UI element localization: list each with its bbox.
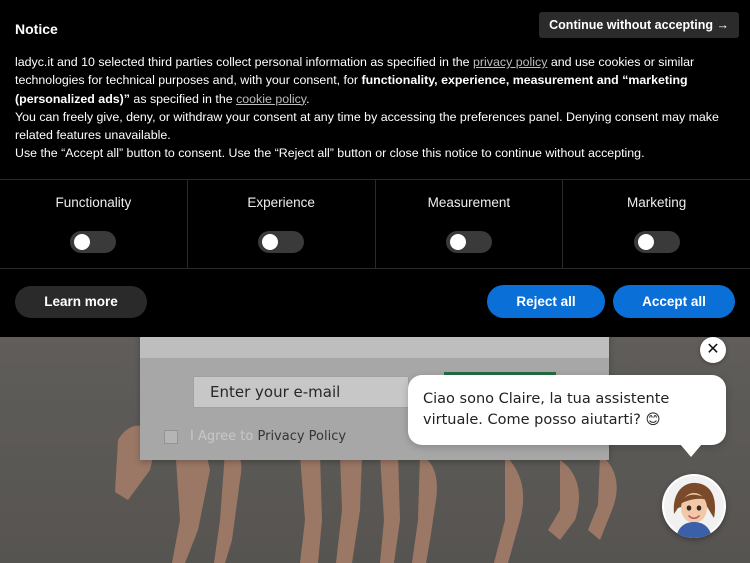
- cookie-banner: Notice Continue without accepting → lady…: [0, 0, 750, 337]
- experience-toggle[interactable]: [258, 231, 305, 253]
- reject-all-button[interactable]: Reject all: [487, 285, 605, 318]
- pref-label: Measurement: [427, 195, 511, 210]
- notice-text: .: [306, 91, 310, 106]
- close-chat-icon[interactable]: ✕: [700, 337, 726, 363]
- notice-text: ladyc.it and 10 selected third parties c…: [15, 55, 474, 69]
- notice-paragraph-1: ladyc.it and 10 selected third parties c…: [15, 53, 735, 108]
- pref-measurement: Measurement: [376, 180, 564, 268]
- notice-body: ladyc.it and 10 selected third parties c…: [15, 53, 735, 163]
- pref-marketing: Marketing: [563, 180, 750, 268]
- notice-text: as specified in the: [129, 91, 237, 106]
- cookie-policy-link[interactable]: cookie policy: [236, 92, 306, 106]
- assistant-avatar-icon: [664, 476, 724, 538]
- toggle-knob: [262, 234, 279, 250]
- functionality-toggle[interactable]: [70, 231, 117, 253]
- pref-experience: Experience: [188, 180, 376, 268]
- measurement-toggle[interactable]: [445, 231, 492, 253]
- pref-label: Experience: [247, 195, 315, 210]
- notice-paragraph-3: Use the “Accept all” button to consent. …: [15, 146, 645, 161]
- toggle-knob: [637, 234, 654, 250]
- chat-message: Ciao sono Claire, la tua assistente virt…: [423, 391, 670, 428]
- toggle-knob: [74, 234, 91, 250]
- pref-label: Functionality: [55, 195, 132, 210]
- preferences-panel: Functionality Experience Measurement Mar…: [0, 179, 750, 269]
- continue-without-accepting-button[interactable]: Continue without accepting →: [539, 12, 739, 38]
- pref-functionality: Functionality: [0, 180, 188, 268]
- assistant-avatar[interactable]: [662, 474, 726, 538]
- notice-paragraph-2: You can freely give, deny, or withdraw y…: [15, 109, 719, 143]
- chat-bubble[interactable]: Ciao sono Claire, la tua assistente virt…: [408, 375, 726, 457]
- toggle-knob: [449, 234, 466, 250]
- notice-title: Notice: [15, 21, 58, 37]
- marketing-toggle[interactable]: [633, 231, 680, 253]
- pref-label: Marketing: [626, 195, 687, 210]
- privacy-policy-link[interactable]: privacy policy: [473, 55, 547, 69]
- learn-more-button[interactable]: Learn more: [15, 286, 147, 318]
- accept-all-button[interactable]: Accept all: [613, 285, 735, 318]
